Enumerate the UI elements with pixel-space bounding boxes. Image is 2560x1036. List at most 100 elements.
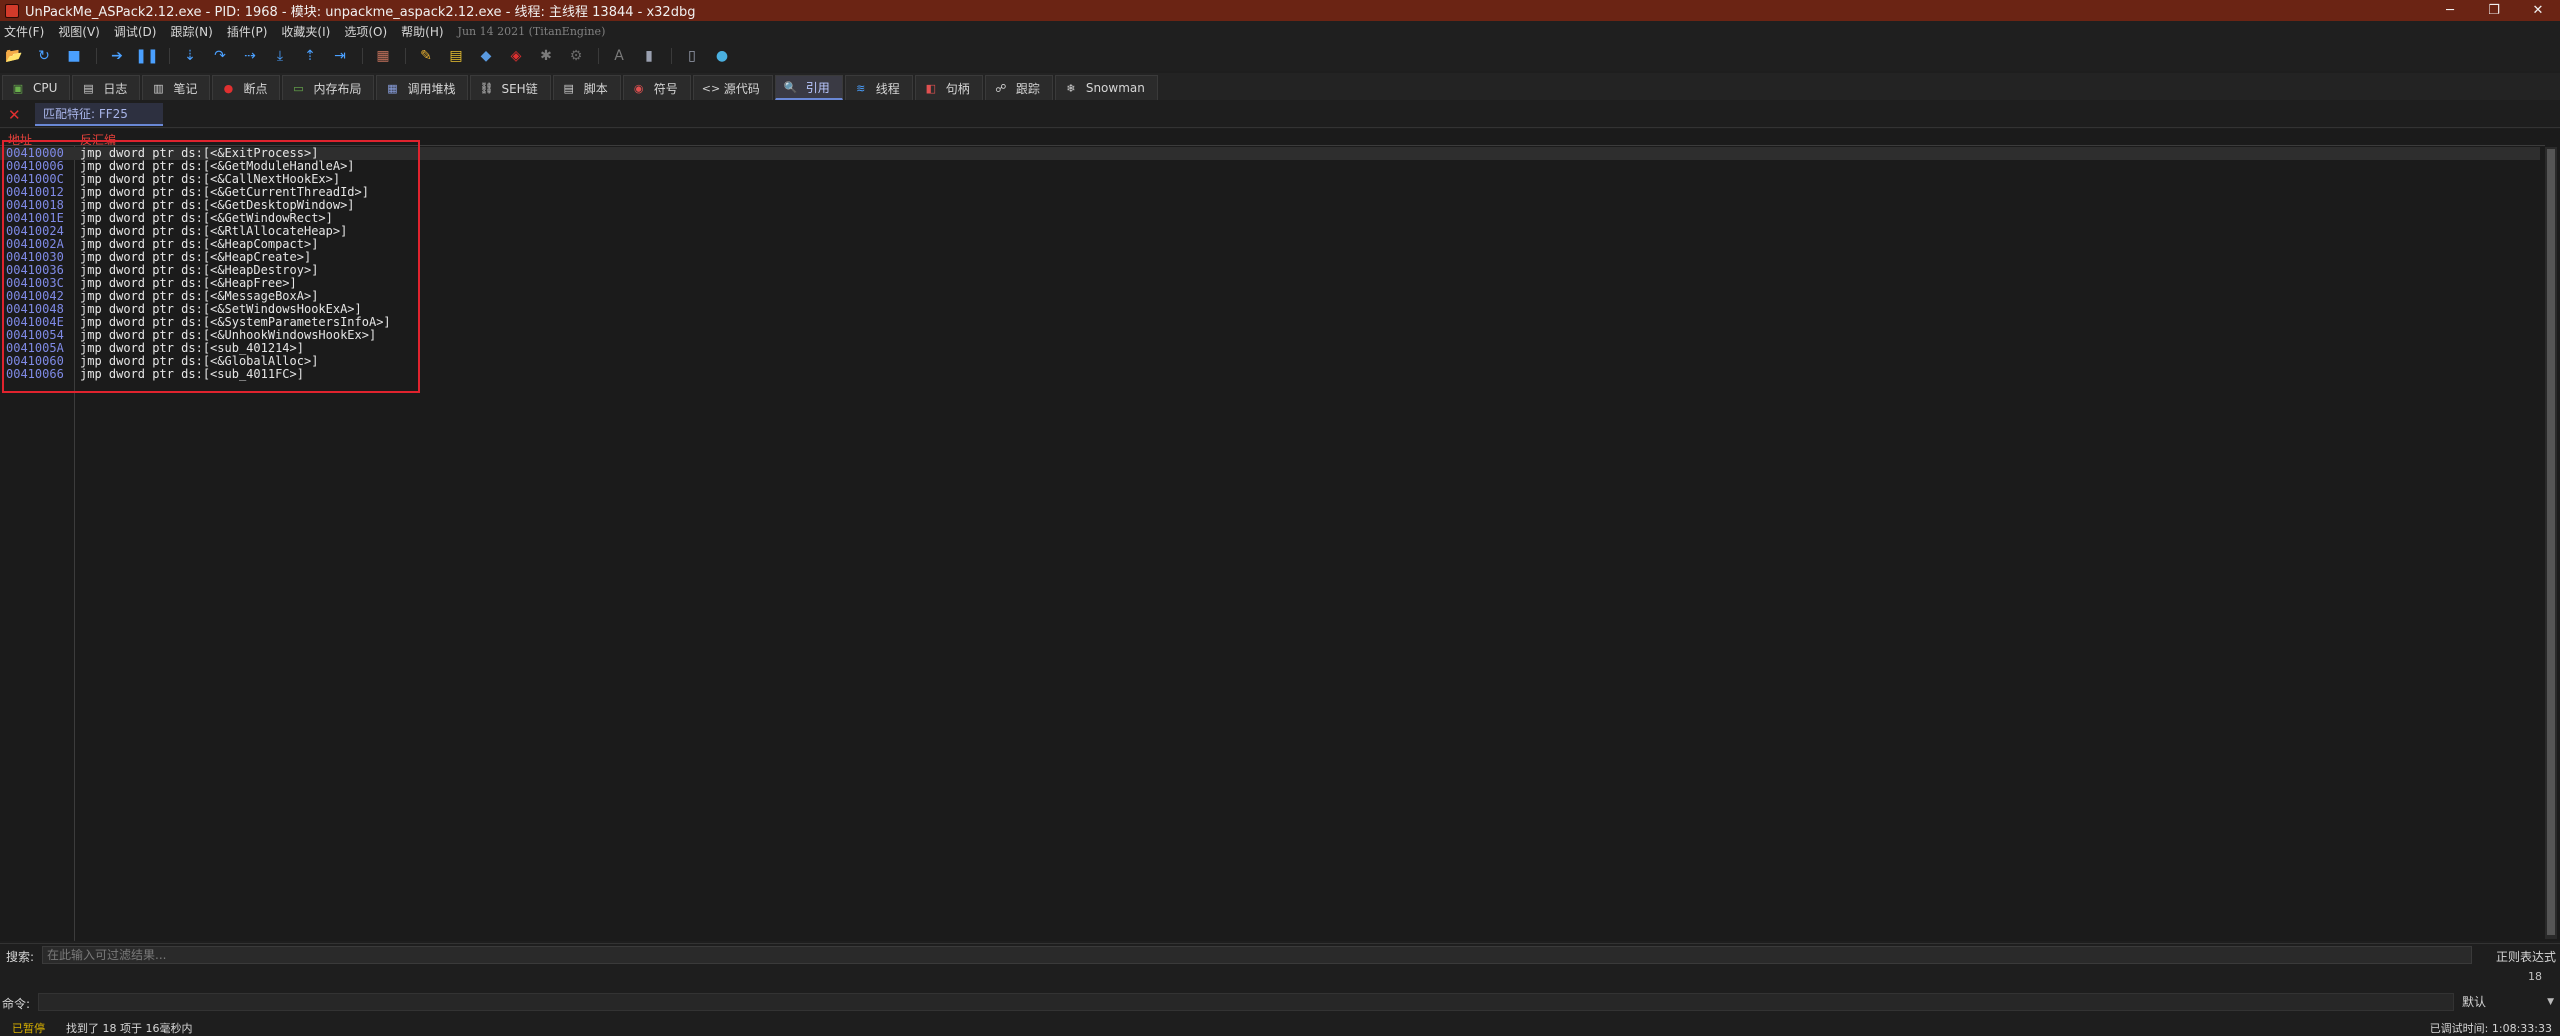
- memory-layout-icon: ▭: [293, 81, 304, 95]
- open-icon[interactable]: 📂: [5, 48, 22, 64]
- comments-icon[interactable]: ▤: [448, 48, 464, 64]
- tab-snowman[interactable]: ❄ Snowman: [1054, 75, 1158, 100]
- close-reference-icon[interactable]: ✕: [8, 106, 21, 124]
- tab-call-stack[interactable]: ▦ 调用堆栈: [376, 75, 469, 100]
- tab-breakpoint[interactable]: ● 断点: [212, 75, 281, 100]
- tab-label: 引用: [805, 80, 830, 95]
- toolbar-separator: [405, 48, 406, 64]
- tab-script[interactable]: ▤ 脚本: [552, 75, 621, 100]
- vertical-scrollbar[interactable]: [2545, 147, 2557, 939]
- trace-into-icon[interactable]: ⇢: [242, 48, 258, 64]
- tab-label: SEH链: [501, 81, 538, 96]
- execute-till-return-icon[interactable]: ⇡: [302, 48, 318, 64]
- regex-checkbox[interactable]: 正则表达式: [2496, 948, 2556, 965]
- pause-icon[interactable]: ❚❚: [135, 48, 158, 64]
- tab-label: 符号: [653, 81, 678, 96]
- menu-debug[interactable]: 调试(D): [114, 23, 157, 40]
- debug-state: 已暂停: [12, 1022, 45, 1035]
- status-message: 找到了 18 项于 16毫秒内: [66, 1022, 193, 1035]
- symbols-icon: ◉: [633, 81, 644, 95]
- toolbar-separator: [169, 48, 170, 64]
- tab-label: 线程: [875, 81, 900, 96]
- menu-plugins[interactable]: 插件(P): [227, 23, 268, 40]
- tab-label: 源代码: [723, 81, 760, 96]
- reference-subtab[interactable]: 匹配特征: FF25: [35, 103, 163, 126]
- tab-label: Snowman: [1085, 81, 1145, 95]
- run-to-user-code-icon[interactable]: ⇥: [332, 48, 348, 64]
- search-label: 搜索:: [6, 950, 35, 964]
- tab-references[interactable]: 🔍 引用: [774, 75, 843, 100]
- close-button[interactable]: ✕: [2516, 0, 2560, 21]
- bookmarks-icon[interactable]: ◈: [508, 48, 524, 64]
- notes-icon: ▥: [153, 81, 164, 95]
- menu-file[interactable]: 文件(F): [4, 23, 44, 40]
- tab-trace[interactable]: ☍ 跟踪: [984, 75, 1053, 100]
- annotation-highlight-box: [2, 140, 420, 393]
- menu-view[interactable]: 视图(V): [58, 23, 100, 40]
- menu-help[interactable]: 帮助(H): [401, 23, 443, 40]
- x32dbg-app-icon: [5, 3, 19, 18]
- call-stack-icon: ▦: [387, 81, 398, 95]
- minimize-button[interactable]: ─: [2428, 0, 2472, 21]
- script-icon: ▤: [563, 81, 574, 95]
- globe-icon[interactable]: ●: [714, 48, 730, 64]
- trace-icon: ☍: [995, 81, 1007, 95]
- scylla-icon[interactable]: ▦: [375, 48, 391, 64]
- toolbar-separator: [362, 48, 363, 64]
- reference-subtab-bar: ✕ 匹配特征: FF25: [0, 100, 2560, 128]
- search-row: 搜索: 在此输入可过滤结果... 正则表达式: [0, 943, 2560, 965]
- font-icon[interactable]: A: [611, 48, 627, 64]
- toolbar: 📂 ↻ ■ ➔ ❚❚ ⇣ ↷ ⇢ ⤓ ⇡ ⇥ ▦ ✎ ▤ ◆ ◈ ✱ ⚙ A ▮ ▯ ●: [0, 41, 2560, 71]
- title-bar: UnPackMe_ASPack2.12.exe - PID: 1968 - 模块…: [0, 0, 2560, 21]
- search-input[interactable]: 在此输入可过滤结果...: [42, 946, 2472, 964]
- toolbar-separator: [598, 48, 599, 64]
- toolbar-separator: [96, 48, 97, 64]
- command-input[interactable]: [38, 993, 2454, 1011]
- status-bar: 已暂停 找到了 18 项于 16毫秒内 已调试时间: 1:08:33:33: [0, 1015, 2560, 1035]
- tab-label: 笔记: [173, 81, 198, 96]
- restart-icon[interactable]: ↻: [36, 48, 52, 64]
- patch-icon[interactable]: ✎: [418, 48, 434, 64]
- calculator-icon[interactable]: ▮: [641, 48, 657, 64]
- run-icon[interactable]: ➔: [109, 48, 125, 64]
- tab-handles[interactable]: ◧ 句柄: [914, 75, 983, 100]
- menu-options[interactable]: 选项(O): [344, 23, 387, 40]
- step-over-icon[interactable]: ↷: [212, 48, 228, 64]
- step-into-icon[interactable]: ⇣: [182, 48, 198, 64]
- command-mode-select[interactable]: 默认 ▼: [2458, 993, 2558, 1011]
- references-icon: 🔍: [783, 80, 798, 94]
- breakpoint-toggle-icon[interactable]: ⚙: [568, 48, 584, 64]
- tab-memory-layout[interactable]: ▭ 内存布局: [282, 75, 375, 100]
- threads-icon: ≋: [856, 81, 866, 95]
- memory-map-icon[interactable]: ▯: [684, 48, 700, 64]
- menu-trace[interactable]: 跟踪(N): [170, 23, 212, 40]
- trace-over-icon[interactable]: ⤓: [272, 48, 288, 64]
- tab-threads[interactable]: ≋ 线程: [844, 75, 913, 100]
- stop-icon[interactable]: ■: [66, 48, 82, 64]
- toolbar-separator: [671, 48, 672, 64]
- debug-elapsed-time: 已调试时间: 1:08:33:33: [2429, 1022, 2552, 1035]
- scrollbar-thumb[interactable]: [2547, 149, 2555, 935]
- cpu-icon: ▣: [12, 81, 24, 95]
- functions-icon[interactable]: ✱: [538, 48, 554, 64]
- tab-cpu[interactable]: ▣ CPU: [2, 75, 71, 100]
- source-icon: <>: [701, 81, 721, 95]
- tab-source[interactable]: <> 源代码: [692, 75, 773, 100]
- tab-log[interactable]: ▤ 日志: [72, 75, 141, 100]
- tab-symbols[interactable]: ◉ 符号: [622, 75, 691, 100]
- window-controls: ─ ❐ ✕: [2428, 0, 2560, 21]
- tab-label: 脚本: [583, 81, 608, 96]
- labels-icon[interactable]: ◆: [478, 48, 494, 64]
- command-row: 命令: 默认 ▼: [0, 992, 2560, 1012]
- tab-label: 跟踪: [1015, 81, 1040, 96]
- tab-bar: ▣ CPU ▤ 日志 ▥ 笔记 ● 断点 ▭ 内存布局 ▦ 调用堆栈 ⛓ SEH链 ▤ 脚本 ◉ 符号 <> 源代码 🔍…: [0, 73, 2560, 100]
- handles-icon: ◧: [925, 81, 936, 95]
- tab-label: 句柄: [945, 81, 970, 96]
- menu-favourites[interactable]: 收藏夹(I): [281, 23, 330, 40]
- maximize-button[interactable]: ❐: [2472, 0, 2516, 21]
- tab-notes[interactable]: ▥ 笔记: [142, 75, 211, 100]
- chevron-down-icon: ▼: [2547, 997, 2554, 1007]
- reference-view: 地址 反汇编 00410000 jmp dword ptr ds:[<&ExitP…: [0, 129, 2560, 941]
- tab-label: 日志: [103, 81, 128, 96]
- tab-seh[interactable]: ⛓ SEH链: [470, 75, 551, 100]
